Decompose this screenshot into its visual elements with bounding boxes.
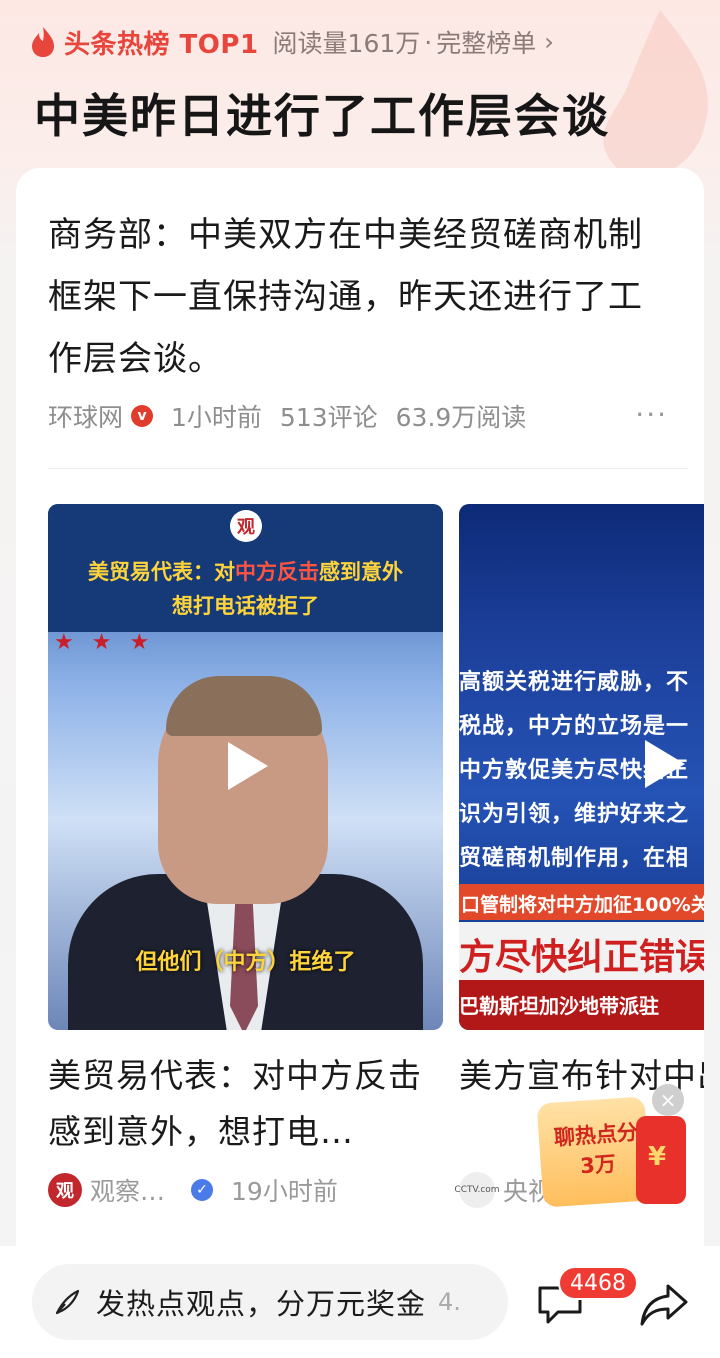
play-icon[interactable] bbox=[214, 736, 274, 796]
read-count: 阅读量161万 bbox=[272, 29, 421, 58]
video-time: 19小时前 bbox=[231, 1177, 338, 1206]
video-meta-1: 观 观察… ✓ 19小时前 bbox=[48, 1172, 338, 1208]
ticker-text: 口管制将对中方加征100%关税 bbox=[461, 894, 704, 916]
guancha-logo: 观 bbox=[230, 510, 262, 542]
play-icon[interactable] bbox=[631, 734, 691, 794]
article-reads: 63.9万阅读 bbox=[395, 403, 527, 432]
ticker-text: 巴勒斯坦加沙地带派驻 bbox=[459, 994, 659, 1018]
person-hair bbox=[166, 676, 322, 736]
comment-input[interactable]: 发热点观点，分万元奖金 4. bbox=[32, 1264, 508, 1340]
close-icon[interactable]: × bbox=[652, 1084, 684, 1116]
hot-topic-reward-ad[interactable]: 聊热点分3万 ¥ bbox=[536, 1096, 690, 1210]
article-summary[interactable]: 商务部：中美双方在中美经贸磋商机制框架下一直保持沟通，昨天还进行了工作层会谈。 bbox=[48, 204, 668, 390]
hot-rank-label: 头条热榜 TOP1 bbox=[64, 29, 259, 60]
news-text-line: 贸磋商机制作用，在相 bbox=[459, 846, 690, 871]
caption-part: 美贸易代表：对 bbox=[88, 560, 235, 584]
caption-part: 感到意外 bbox=[319, 560, 403, 584]
video-thumbnail-1[interactable]: 观 美贸易代表：对中方反击感到意外 想打电话被拒了 ★★★ 但他们（中方）拒绝了 bbox=[48, 504, 443, 1030]
hot-list-bar[interactable]: 头条热榜 TOP1 阅读量161万 · 完整榜单 › bbox=[30, 22, 554, 62]
bottom-action-bar: 发热点观点，分万元奖金 4. 4468 bbox=[0, 1246, 720, 1358]
divider bbox=[48, 468, 688, 469]
comment-count-badge: 4468 bbox=[558, 1266, 638, 1300]
headline-bar-text: 方尽快纠正错误 bbox=[459, 937, 704, 978]
more-options-icon[interactable]: ··· bbox=[635, 398, 668, 431]
verified-badge-icon: v bbox=[131, 405, 154, 427]
article-comments: 513评论 bbox=[279, 403, 378, 432]
news-headline-bar: 方尽快纠正错误 bbox=[459, 922, 704, 980]
news-ticker-orange: 口管制将对中方加征100%关税 bbox=[459, 884, 704, 920]
article-source[interactable]: 环球网 bbox=[48, 398, 123, 434]
article-meta: 环球网 v 1小时前 513评论 63.9万阅读 ··· bbox=[48, 398, 668, 434]
full-list-link[interactable]: 完整榜单 bbox=[436, 24, 536, 60]
video-source[interactable]: 观察… bbox=[90, 1172, 165, 1208]
video-thumbnail-2[interactable]: 高额关税进行威胁，不 税战，中方的立场是一 中方敦促美方尽快纠正 识为引领，维护… bbox=[459, 504, 704, 1030]
yen-icon: ¥ bbox=[648, 1142, 667, 1172]
verified-check-icon: ✓ bbox=[191, 1179, 214, 1201]
page-title: 中美昨日进行了工作层会谈 bbox=[34, 89, 610, 143]
chevron-right-icon: › bbox=[544, 28, 554, 56]
dot-separator: · bbox=[424, 27, 433, 57]
source-avatar[interactable]: 观 bbox=[48, 1173, 82, 1207]
comment-extra: 4. bbox=[438, 1288, 461, 1316]
news-ticker-red: 巴勒斯坦加沙地带派驻 bbox=[459, 980, 704, 1030]
article-time: 1小时前 bbox=[171, 403, 262, 432]
flame-icon bbox=[32, 27, 54, 57]
ad-text: 聊热点分3万 bbox=[553, 1120, 639, 1179]
cctv-logo[interactable]: CCTV.com bbox=[454, 1172, 500, 1208]
hot-rank-meta: 阅读量161万 · 完整榜单 › bbox=[273, 24, 554, 60]
video-title-1[interactable]: 美贸易代表：对中方反击感到意外，想打电… bbox=[48, 1048, 443, 1160]
comment-placeholder: 发热点观点，分万元奖金 bbox=[96, 1287, 427, 1321]
news-text-line: 识为引领，维护好来之 bbox=[459, 802, 690, 827]
video-subtitle: 但他们（中方）拒绝了 bbox=[135, 950, 356, 975]
video-meta-2: CCTV.com 央视 bbox=[454, 1172, 553, 1208]
pen-icon bbox=[55, 1289, 80, 1315]
video-caption-line1: 美贸易代表：对中方反击感到意外 bbox=[48, 556, 443, 586]
news-text-line: 高额关税进行威胁，不 bbox=[459, 670, 690, 695]
stars-decoration: ★★★ bbox=[54, 630, 168, 655]
share-icon[interactable] bbox=[638, 1282, 690, 1328]
video-caption-line2: 想打电话被拒了 bbox=[172, 594, 319, 618]
caption-highlight: 中方反击 bbox=[235, 560, 319, 584]
